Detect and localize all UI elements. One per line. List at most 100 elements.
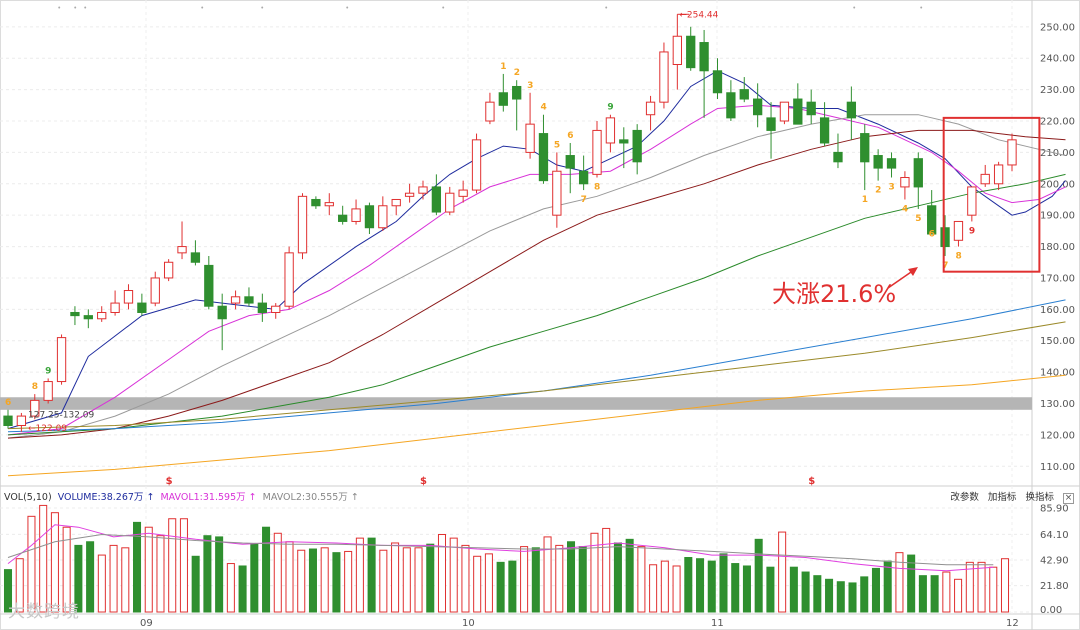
volume-bar-up: [484, 553, 493, 613]
volume-bar-up: [672, 565, 681, 613]
volume-bar-down: [801, 571, 810, 613]
close-icon[interactable]: ×: [1063, 493, 1074, 504]
volume-bar-down: [215, 536, 224, 613]
td-mark: 4: [902, 204, 908, 214]
volume-bar-up: [168, 518, 177, 613]
top-marker: •: [84, 5, 87, 12]
mavol1-value: MAVOL1:31.595万: [160, 492, 246, 503]
volume-bar-up: [473, 555, 482, 613]
candle-down: [512, 85, 522, 100]
price-tick-label: 250.00: [1040, 22, 1075, 33]
volume-bar-up: [778, 531, 787, 613]
candle-down: [686, 35, 696, 69]
candle-down: [873, 155, 883, 169]
top-marker: •: [920, 5, 923, 12]
td-mark: 5: [915, 214, 921, 224]
mavol2-arrow: ↑: [350, 492, 359, 503]
volume-bar-up: [602, 527, 611, 613]
candle-down: [619, 139, 629, 144]
volume-bar-up: [977, 561, 986, 613]
low-price-label: ←122.09: [28, 424, 67, 434]
volume-bar-down: [754, 538, 763, 613]
month-label: 09: [140, 618, 153, 629]
price-chart[interactable]: 250.00240.00230.00220.00210.00200.00190.…: [0, 0, 1080, 630]
volume-bar-up: [637, 546, 646, 613]
volume-bar-down: [930, 575, 939, 613]
candle-down: [793, 98, 803, 125]
volume-bar-up: [555, 544, 564, 613]
annotation-arrowhead: [908, 267, 918, 276]
volume-bar-up: [660, 560, 669, 613]
top-marker: •: [605, 5, 608, 12]
volume-bar-down: [531, 547, 540, 613]
volume-bar-down: [742, 565, 751, 613]
high-price-label: ←254.44: [679, 10, 718, 20]
candle-up: [230, 296, 241, 304]
volume-bar-up: [273, 532, 282, 613]
ma-line-6: [7, 299, 1066, 433]
candle-up: [110, 302, 120, 313]
volume-bar-down: [566, 541, 576, 613]
candle-down: [913, 158, 923, 188]
candle-up: [391, 198, 401, 207]
gray-band: [0, 397, 1032, 410]
candle-up: [967, 186, 977, 216]
candle-up: [485, 101, 495, 122]
volume-bar-up: [1000, 558, 1010, 613]
volume-bar-down: [813, 575, 822, 613]
swap-indicator-button[interactable]: 换指标: [1025, 492, 1054, 503]
candle-up: [900, 177, 910, 188]
td-mark: 8: [594, 183, 600, 193]
td-mark: 8: [32, 382, 38, 392]
price-tick-label: 120.00: [1040, 430, 1075, 441]
candle-up: [659, 51, 669, 103]
event-marker: $: [166, 476, 173, 487]
price-tick-label: 110.00: [1040, 462, 1075, 473]
candle-up: [351, 208, 361, 222]
volume-bar-down: [496, 561, 505, 613]
candle-up: [592, 129, 602, 175]
candle-up: [552, 170, 562, 216]
volume-arrow: ↑: [146, 492, 155, 503]
top-marker: •: [201, 5, 204, 12]
candle-down: [726, 92, 736, 119]
candle-up: [378, 205, 388, 229]
range-label: 127.25-132.09: [28, 411, 95, 421]
volume-value: VOLUME:38.267万: [57, 492, 144, 503]
volume-bar-up: [320, 547, 329, 613]
highlight-box: [942, 116, 1041, 273]
volume-bar-down: [789, 566, 798, 613]
candle-up: [177, 246, 187, 254]
candle-down: [753, 98, 763, 116]
candle-down: [137, 302, 147, 313]
volume-bar-up: [39, 504, 48, 613]
volume-legend: VOL(5,10) VOLUME:38.267万 ↑ MAVOL1:31.595万…: [4, 489, 362, 503]
event-marker: $: [420, 476, 427, 487]
add-indicator-button[interactable]: 加指标: [988, 492, 1017, 503]
volume-bar-up: [649, 564, 658, 613]
volume-bar-down: [308, 548, 317, 613]
price-tick-label: 240.00: [1040, 54, 1075, 65]
volume-bar-down: [766, 566, 775, 613]
price-tick-label: 230.00: [1040, 85, 1075, 96]
volume-bar-down: [367, 537, 376, 613]
volume-bar-down: [836, 581, 845, 613]
candle-up: [297, 195, 308, 254]
volume-bar-down: [860, 576, 869, 613]
volume-bar-up: [965, 561, 974, 613]
candle-up: [980, 173, 990, 185]
event-marker: $: [808, 476, 815, 487]
candle-up: [163, 261, 174, 279]
td-mark: 1: [500, 62, 506, 72]
volume-bar-up: [402, 547, 411, 613]
volume-bar-down: [332, 552, 341, 613]
volume-bar-up: [895, 552, 904, 613]
month-label: 12: [1006, 618, 1019, 629]
edit-params-button[interactable]: 改参数: [950, 492, 979, 503]
candle-down: [766, 117, 776, 131]
candle-down: [311, 198, 321, 207]
candle-down: [632, 129, 642, 163]
candle-down: [244, 296, 254, 304]
candle-down: [940, 227, 950, 248]
candle-down: [338, 214, 348, 222]
